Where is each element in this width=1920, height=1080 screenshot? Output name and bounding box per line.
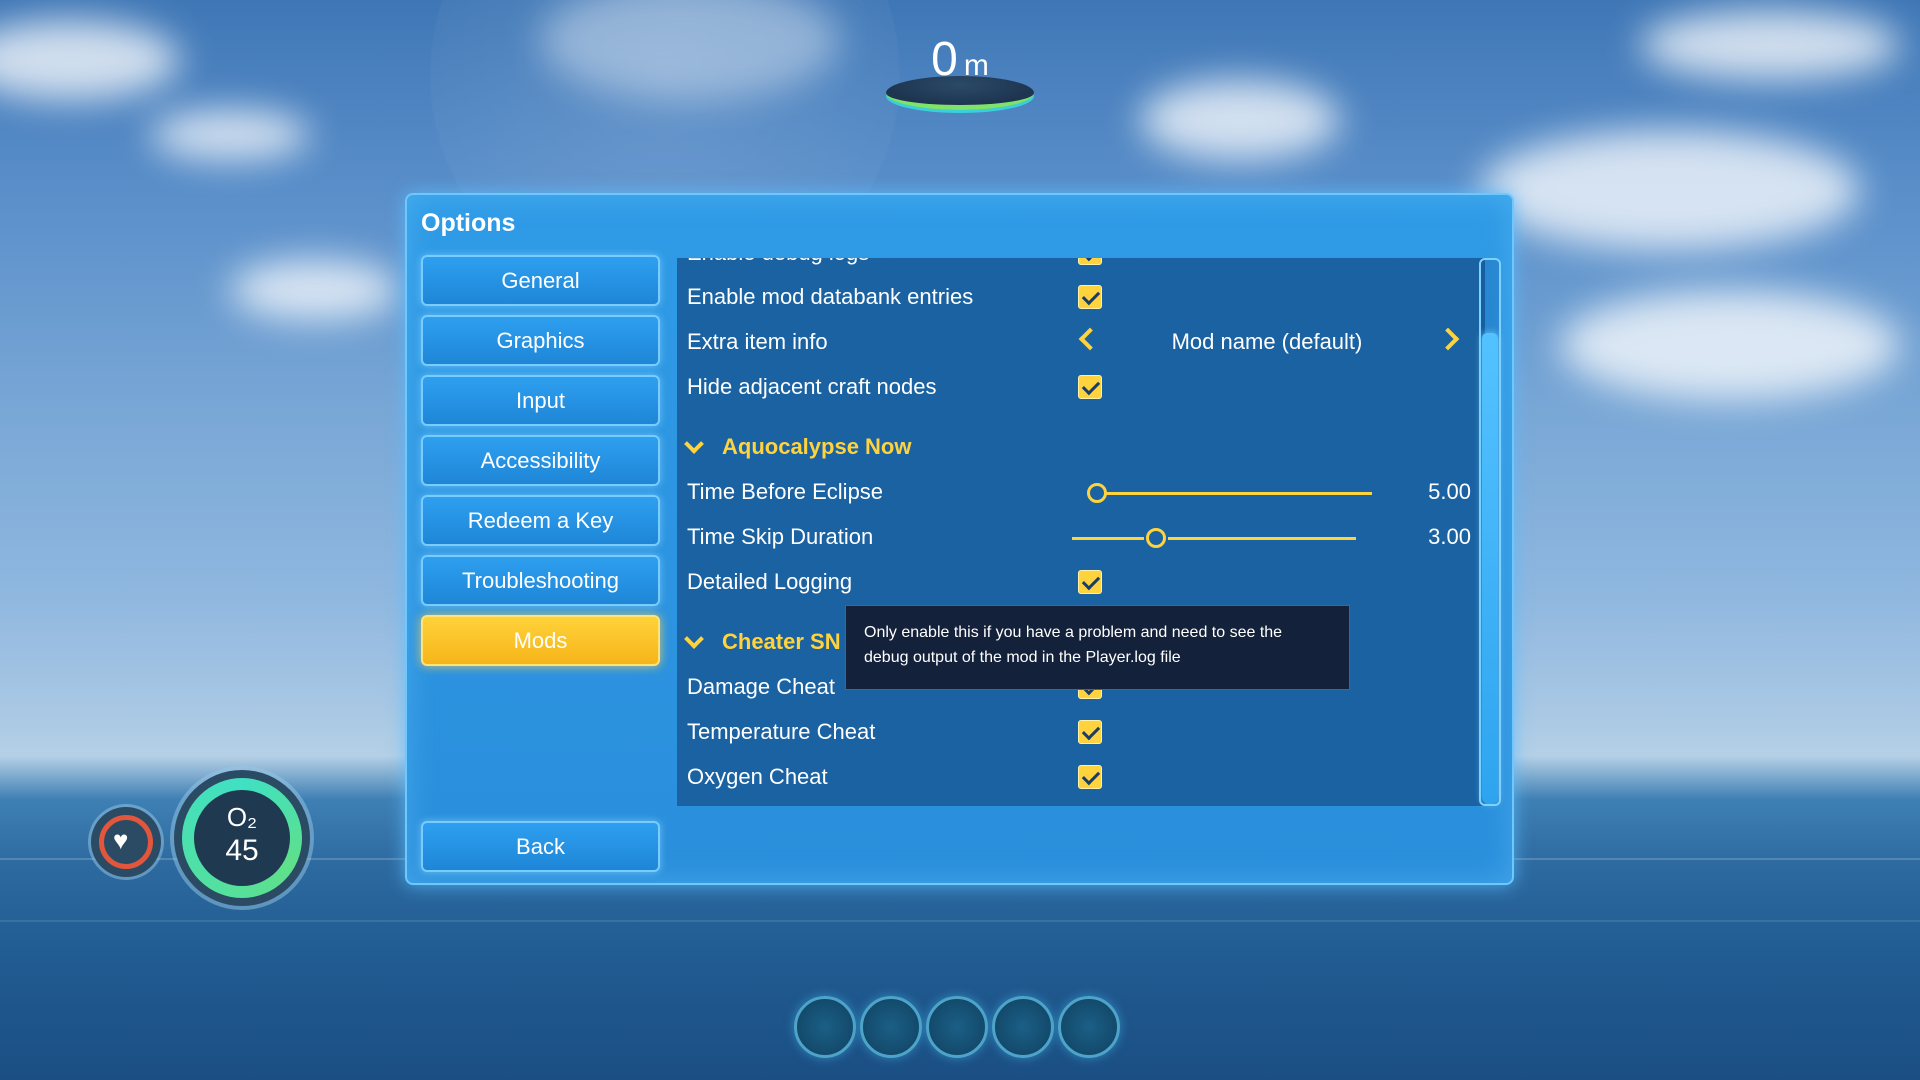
oxygen-value: 45 [225,834,259,867]
cloud [1640,10,1900,80]
setting-label: Temperature Cheat [687,719,876,744]
quickslot[interactable] [1058,996,1120,1058]
setting-row-detailed-logging: Detailed Logging [677,563,1485,603]
options-panel: Options General Graphics Input Accessibi… [405,193,1514,885]
time-skip-duration-value: 3.00 [1428,524,1471,549]
setting-row-temperature-cheat: Temperature Cheat [677,713,1485,753]
nav-accessibility-button[interactable]: Accessibility [421,435,660,486]
detailed-logging-checkbox[interactable] [1078,570,1102,594]
time-before-eclipse-slider-track[interactable] [1102,492,1372,495]
health-meter: ♥ [91,807,161,877]
extra-item-info-value: Mod name (default) [1171,329,1363,354]
nav-redeem-key-button[interactable]: Redeem a Key [421,495,660,546]
oxygen-label: O₂ [226,802,258,832]
setting-label: Enable debug logs [687,258,869,266]
depth-readout: 0m [882,32,1038,87]
chevron-down-icon [684,434,704,454]
setting-label: Oxygen Cheat [687,764,828,789]
nav-general-button[interactable]: General [421,255,660,306]
chevron-left-icon[interactable] [1078,327,1102,351]
mod-settings-list: Enable debug logs Enable mod databank en… [677,258,1485,806]
nav-graphics-button[interactable]: Graphics [421,315,660,366]
setting-row-extra-item-info: Extra item info Mod name (default) [677,323,1485,363]
setting-label: Damage Cheat [687,674,835,699]
setting-row-enable-debug-logs: Enable debug logs [677,258,1485,274]
oxygen-ring: O₂ 45 [182,778,302,898]
nav-input-button[interactable]: Input [421,375,660,426]
setting-row-hide-adjacent-craft-nodes: Hide adjacent craft nodes [677,368,1485,408]
setting-label: Enable mod databank entries [687,284,974,309]
setting-row-oxygen-cheat: Oxygen Cheat [677,758,1485,798]
time-before-eclipse-slider-handle[interactable] [1087,483,1107,503]
cloud [1560,290,1900,400]
quickslot[interactable] [794,996,856,1058]
time-before-eclipse-value: 5.00 [1428,479,1471,504]
cloud [150,110,310,160]
section-title: Aquocalypse Now [722,434,912,459]
time-skip-duration-slider-track-left[interactable] [1072,537,1144,540]
time-skip-duration-slider-handle[interactable] [1146,528,1166,548]
chevron-right-icon[interactable] [1436,327,1460,351]
quickslot[interactable] [860,996,922,1058]
enable-mod-databank-checkbox[interactable] [1078,285,1102,309]
depth-unit: m [963,49,989,82]
settings-scrollbar-thumb[interactable] [1482,333,1498,803]
cloud [0,20,180,100]
setting-tooltip: Only enable this if you have a problem a… [845,605,1350,690]
chevron-down-icon [684,629,704,649]
cloud [230,260,400,320]
time-skip-duration-slider-track-right[interactable] [1168,537,1356,540]
setting-label: Hide adjacent craft nodes [687,374,937,399]
setting-label: Extra item info [687,329,828,354]
quickslot[interactable] [992,996,1054,1058]
setting-label: Time Skip Duration [687,524,874,549]
tooltip-text-line1: Only enable this if you have a problem a… [864,624,1283,641]
setting-label: Detailed Logging [687,569,853,594]
quickslot[interactable] [926,996,988,1058]
cloud [1480,130,1860,250]
horizon-glint [0,920,1920,922]
setting-row-time-skip-duration: Time Skip Duration 3.00 [677,518,1485,558]
temperature-cheat-checkbox[interactable] [1078,720,1102,744]
options-title: Options [421,209,516,237]
enable-debug-logs-checkbox[interactable] [1078,258,1102,265]
hide-adjacent-craft-nodes-checkbox[interactable] [1078,375,1102,399]
depth-meter: 0m [882,32,1038,112]
depth-value: 0 [931,33,958,86]
setting-row-enable-mod-databank: Enable mod databank entries [677,278,1485,318]
nav-mods-button[interactable]: Mods [421,615,660,666]
oxygen-cheat-checkbox[interactable] [1078,765,1102,789]
back-button[interactable]: Back [421,821,660,872]
heart-icon: ♥ [113,825,129,855]
setting-row-time-before-eclipse: Time Before Eclipse 5.00 [677,473,1485,513]
oxygen-meter: O₂ 45 [174,770,310,906]
cloud [1140,80,1340,160]
nav-troubleshooting-button[interactable]: Troubleshooting [421,555,660,606]
tooltip-text-line2: debug output of the mod in the Player.lo… [864,649,1181,666]
section-title: Cheater SN [722,629,841,654]
setting-label: Time Before Eclipse [687,479,884,504]
oxygen-core: O₂ 45 [194,790,290,886]
